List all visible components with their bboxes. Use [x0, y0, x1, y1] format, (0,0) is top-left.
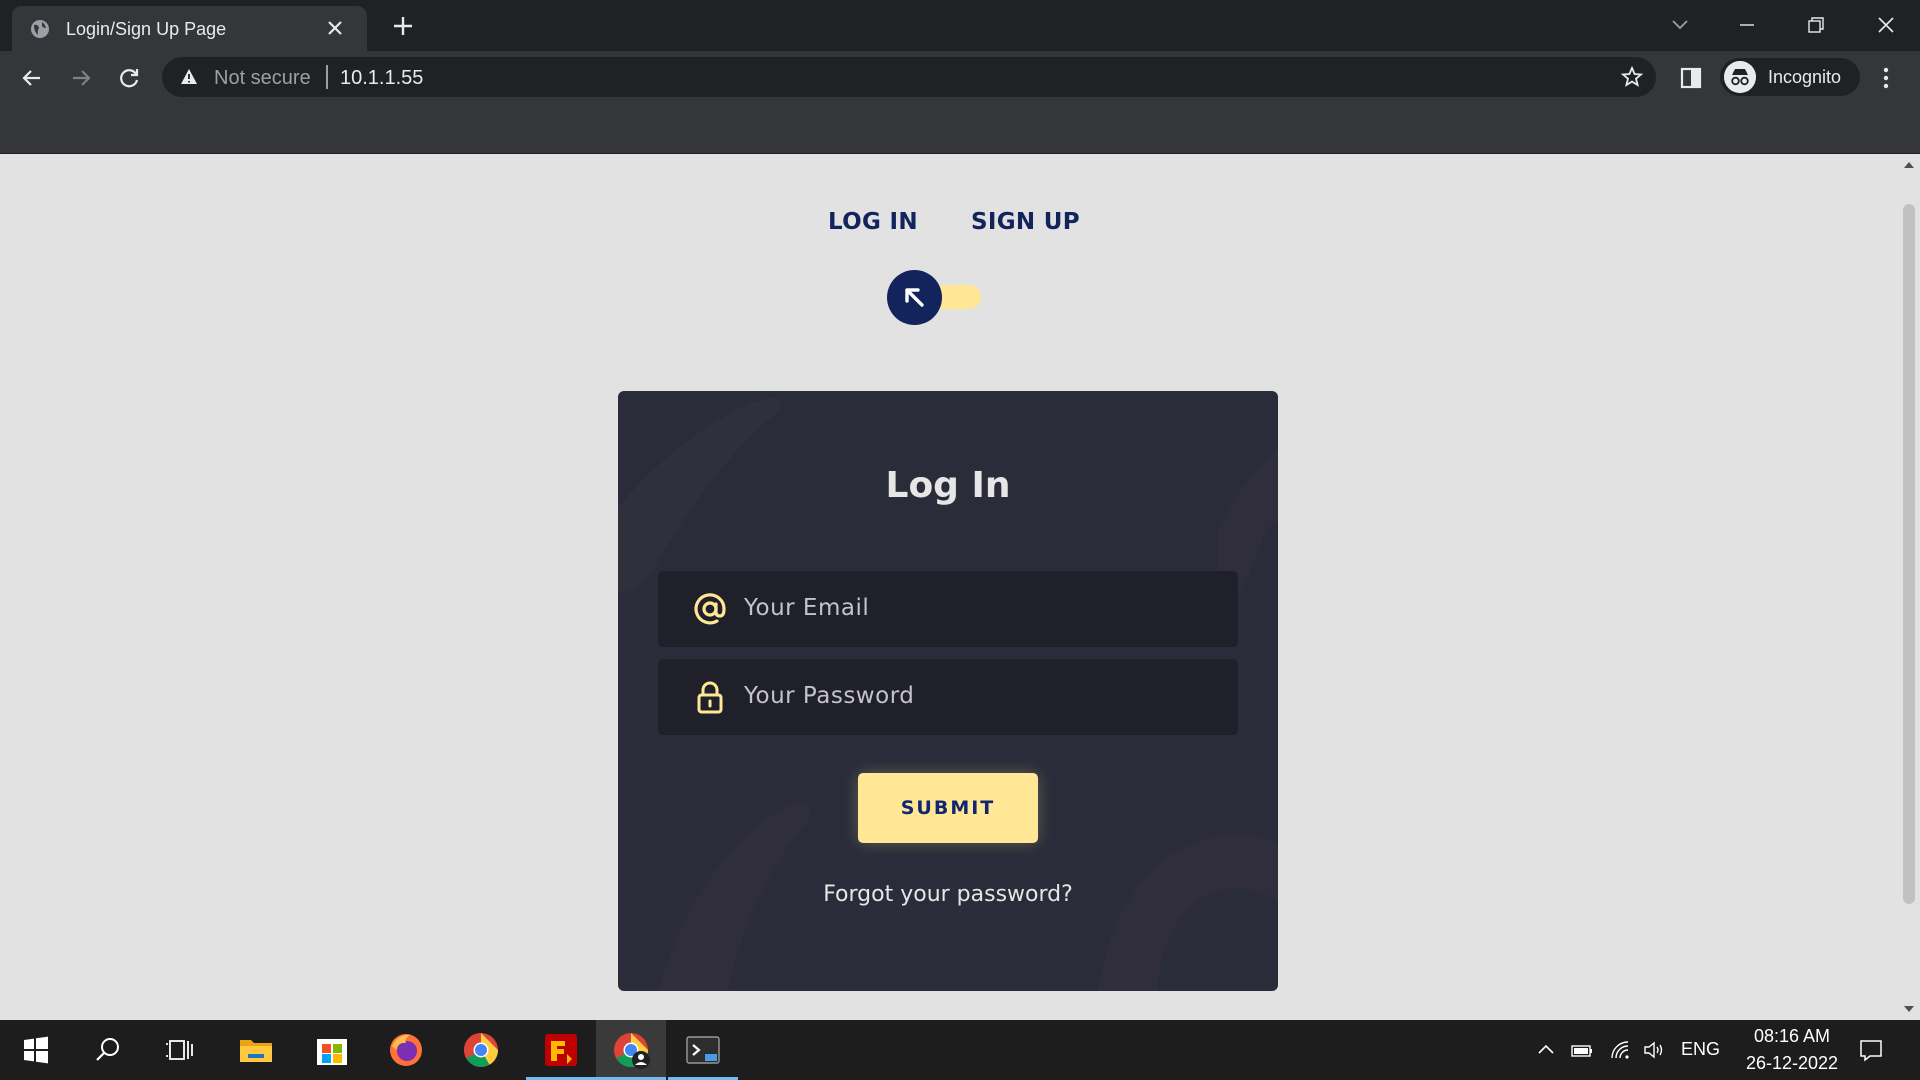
volume-icon[interactable]: [1642, 1038, 1666, 1062]
address-separator: [326, 65, 328, 89]
terminal-preview-icon: [686, 1036, 720, 1064]
forgot-password-link[interactable]: Forgot your password?: [618, 882, 1278, 907]
lock-icon: [697, 681, 723, 714]
warning-icon[interactable]: [180, 68, 198, 86]
tab-sign-up[interactable]: SIGN UP: [971, 209, 1080, 235]
menu-kebab-icon[interactable]: [1872, 64, 1900, 92]
globe-icon: [31, 20, 49, 38]
login-card: Log In Your Email Your Password SUBMIT F…: [618, 391, 1278, 991]
tab-log-in[interactable]: LOG IN: [828, 209, 918, 235]
submit-button[interactable]: SUBMIT: [858, 773, 1038, 843]
address-bar[interactable]: Not secure 10.1.1.55: [162, 57, 1656, 97]
password-placeholder: Your Password: [744, 683, 915, 709]
submit-label: SUBMIT: [900, 797, 996, 819]
password-field[interactable]: Your Password: [658, 659, 1238, 735]
windows-taskbar: ENG 08:16 AM 26-12-2022: [0, 1020, 1920, 1080]
bookmark-star-icon[interactable]: [1620, 65, 1644, 89]
close-window-icon[interactable]: [1871, 10, 1901, 40]
tab-title: Login/Sign Up Page: [66, 19, 227, 39]
network-icon[interactable]: [1608, 1038, 1632, 1062]
task-view-icon[interactable]: [160, 1030, 200, 1070]
file-explorer-icon[interactable]: [236, 1030, 276, 1070]
scroll-up-arrow-icon[interactable]: [1903, 160, 1915, 170]
profile-label: Incognito: [1768, 67, 1842, 87]
new-tab-icon[interactable]: [390, 13, 416, 39]
toggle-knob[interactable]: [887, 270, 942, 325]
chevron-up-icon[interactable]: [1534, 1038, 1558, 1062]
arrow-up-left-icon: [905, 288, 924, 307]
browser-toolbar: Not secure 10.1.1.55 Incognito: [0, 51, 1920, 103]
back-icon[interactable]: [18, 64, 46, 92]
chrome-icon[interactable]: [461, 1030, 501, 1070]
scrollbar-thumb[interactable]: [1903, 204, 1915, 904]
clock-date[interactable]: 26-12-2022: [1734, 1053, 1850, 1074]
minimize-icon[interactable]: [1732, 10, 1762, 40]
notification-center-icon[interactable]: [1858, 1037, 1884, 1063]
language-indicator[interactable]: ENG: [1681, 1039, 1720, 1060]
login-heading: Log In: [885, 465, 1011, 506]
firefox-icon[interactable]: [386, 1030, 426, 1070]
forward-icon[interactable]: [67, 64, 95, 92]
browser-tab[interactable]: Login/Sign Up Page: [12, 6, 367, 51]
clock-time[interactable]: 08:16 AM: [1744, 1026, 1840, 1047]
email-field[interactable]: Your Email: [658, 571, 1238, 647]
battery-icon[interactable]: [1570, 1038, 1594, 1062]
mode-tabs: LOG IN SIGN UP: [828, 209, 1098, 245]
email-placeholder: Your Email: [744, 595, 870, 621]
taskbar-filezilla[interactable]: [526, 1020, 596, 1080]
taskbar-chrome-incognito[interactable]: [596, 1020, 666, 1080]
close-tab-icon[interactable]: [323, 16, 347, 40]
security-label[interactable]: Not secure: [214, 67, 311, 90]
start-icon[interactable]: [16, 1030, 56, 1070]
reload-icon[interactable]: [115, 64, 143, 92]
restore-icon[interactable]: [1801, 10, 1831, 40]
login-signup-toggle[interactable]: [887, 263, 993, 325]
tab-search-icon[interactable]: [1665, 10, 1695, 40]
filezilla-icon: [545, 1034, 577, 1066]
incognito-icon: [1724, 61, 1756, 93]
search-icon[interactable]: [88, 1030, 128, 1070]
page-viewport: LOG IN SIGN UP Log In Your Email Your Pa…: [0, 154, 1898, 1020]
incognito-profile-button[interactable]: Incognito: [1720, 58, 1860, 96]
taskbar-terminal-preview[interactable]: [668, 1020, 738, 1080]
scroll-down-arrow-icon[interactable]: [1903, 1004, 1915, 1014]
at-sign-icon: [694, 593, 726, 625]
browser-tab-strip: Login/Sign Up Page: [0, 0, 1920, 51]
microsoft-store-icon[interactable]: [312, 1030, 352, 1070]
bookmarks-bar: [0, 103, 1920, 154]
side-panel-icon[interactable]: [1677, 64, 1705, 92]
chrome-incognito-icon: [614, 1033, 650, 1069]
url-text[interactable]: 10.1.1.55: [340, 67, 423, 90]
page-scrollbar[interactable]: [1898, 154, 1920, 1020]
